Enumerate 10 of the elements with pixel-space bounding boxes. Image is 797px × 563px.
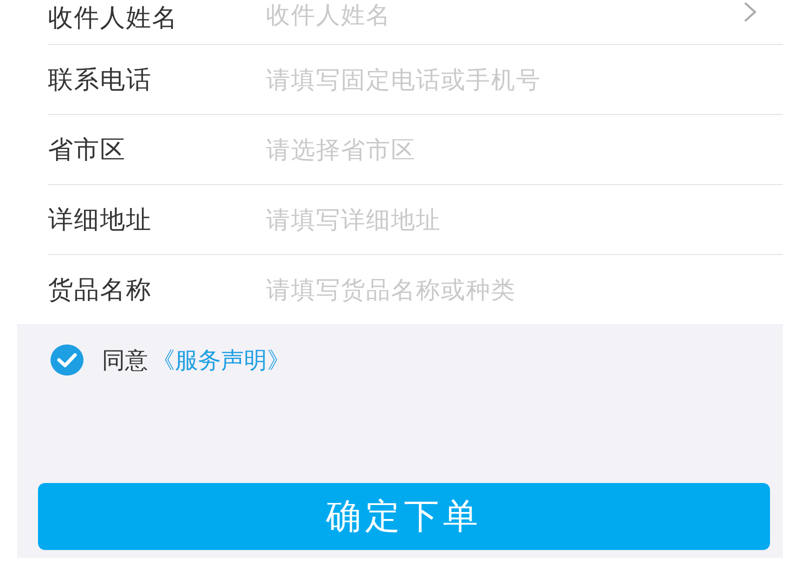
agreement-text: 同意 《服务声明》 [102,346,290,376]
service-terms-link[interactable]: 《服务声明》 [152,348,290,374]
field-label: 详细地址 [48,204,153,236]
submit-button[interactable]: 确定下单 [38,483,770,550]
chevron-icon[interactable] [743,1,757,23]
field-label: 货品名称 [48,274,153,306]
field-label: 收件人姓名 [48,2,179,34]
field-label: 联系电话 [48,64,153,96]
checkbox[interactable] [50,344,84,376]
field-label: 省市区 [48,134,127,166]
